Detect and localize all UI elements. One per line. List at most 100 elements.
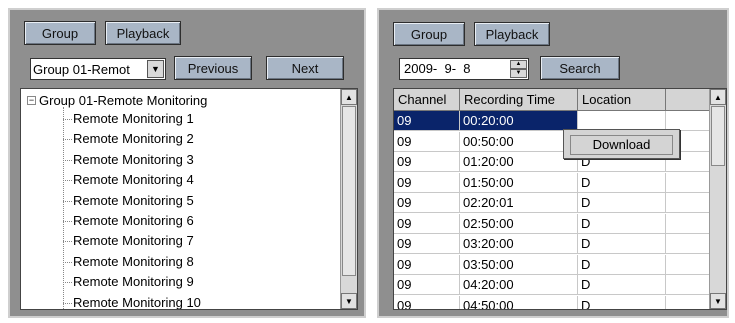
tree-item[interactable]: Remote Monitoring 2 — [73, 129, 194, 149]
group-tab-button[interactable]: Group — [24, 21, 96, 45]
group-tab-button[interactable]: Group — [393, 22, 465, 46]
cell-time: 04:20:00 — [460, 275, 578, 294]
table-header: Channel Recording Time Location — [394, 89, 710, 111]
cell-channel: 09 — [394, 172, 460, 192]
scroll-down-icon[interactable]: ▼ — [341, 293, 357, 309]
cell-location: D — [578, 213, 666, 233]
cell-empty — [666, 193, 710, 212]
next-button[interactable]: Next — [266, 56, 344, 80]
tree-item[interactable]: Remote Monitoring 1 — [73, 109, 194, 129]
tree-connector-line — [63, 221, 72, 222]
group-select-value: Group 01-Remot — [33, 61, 130, 77]
tree-root-node[interactable]: − Group 01-Remote Monitoring — [27, 91, 207, 109]
column-header-location[interactable]: Location — [578, 89, 666, 110]
cell-channel: 09 — [394, 275, 460, 294]
cell-time: 02:20:01 — [460, 193, 578, 212]
table-row[interactable]: 09 04:50:00 D — [394, 295, 710, 309]
tree-connector-line — [63, 261, 72, 263]
column-header-recording-time[interactable]: Recording Time — [460, 89, 578, 110]
tree-connector-line — [63, 107, 64, 309]
tree-item[interactable]: Remote Monitoring 8 — [73, 252, 194, 272]
cell-empty — [666, 213, 710, 233]
cell-time: 01:50:00 — [460, 172, 578, 192]
cell-channel: 09 — [394, 213, 460, 233]
tree-root-label: Group 01-Remote Monitoring — [39, 92, 208, 108]
recordings-table[interactable]: Channel Recording Time Location 09 00:20:… — [393, 88, 727, 310]
table-row[interactable]: 09 04:20:00 D — [394, 275, 710, 295]
group-select[interactable]: Group 01-Remot ▼ — [30, 58, 166, 80]
column-header-empty — [666, 89, 710, 110]
table-row[interactable]: 09 02:50:00 D — [394, 213, 710, 234]
tree-item[interactable]: Remote Monitoring 10 — [73, 293, 201, 309]
cell-time: 02:50:00 — [460, 213, 578, 233]
cell-time: 04:50:00 — [460, 295, 578, 309]
cell-location: D — [578, 254, 666, 274]
tree-item[interactable]: Remote Monitoring 5 — [73, 191, 194, 211]
previous-button[interactable]: Previous — [174, 56, 252, 80]
tree-item[interactable]: Remote Monitoring 9 — [73, 272, 194, 292]
collapse-icon[interactable]: − — [27, 95, 36, 105]
playback-tab-button[interactable]: Playback — [474, 22, 550, 46]
tree-item[interactable]: Remote Monitoring 4 — [73, 170, 194, 190]
tree-connector-line — [63, 119, 72, 120]
group-panel: Group Playback Group 01-Remot ▼ Previous… — [8, 8, 366, 318]
cell-location: D — [578, 172, 666, 192]
scroll-down-icon[interactable]: ▼ — [710, 293, 726, 309]
cell-time: 00:20:00 — [460, 111, 578, 130]
cell-channel: 09 — [394, 152, 460, 171]
column-header-channel[interactable]: Channel — [394, 89, 460, 110]
cell-channel: 09 — [394, 111, 460, 130]
search-button[interactable]: Search — [540, 56, 620, 80]
cell-empty — [666, 254, 710, 274]
cell-location: D — [578, 193, 666, 212]
cell-location — [578, 111, 666, 130]
tree-connector-line — [63, 241, 72, 243]
cell-location: D — [578, 234, 666, 253]
device-tree[interactable]: − Group 01-Remote Monitoring Remote Moni… — [20, 88, 358, 310]
cell-empty — [666, 172, 710, 192]
table-row[interactable]: 09 01:50:00 D — [394, 172, 710, 193]
date-spinner[interactable]: ▲ ▼ — [510, 60, 527, 78]
date-value: 2009- 9- 8 — [404, 61, 471, 76]
cell-empty — [666, 275, 710, 294]
download-menu-item[interactable]: Download — [570, 135, 673, 155]
tree-item[interactable]: Remote Monitoring 3 — [73, 150, 194, 170]
cell-channel: 09 — [394, 295, 460, 309]
playback-tab-button[interactable]: Playback — [105, 21, 181, 45]
tree-item[interactable]: Remote Monitoring 7 — [73, 231, 194, 251]
tree-item[interactable]: Remote Monitoring 6 — [73, 211, 194, 231]
cell-location: D — [578, 295, 666, 309]
cell-time: 03:20:00 — [460, 234, 578, 253]
table-row[interactable]: 09 00:20:00 — [394, 111, 710, 131]
scroll-thumb[interactable] — [711, 106, 725, 166]
cell-location: D — [578, 275, 666, 294]
spin-down-icon[interactable]: ▼ — [510, 69, 527, 78]
tree-connector-line — [63, 180, 72, 182]
date-picker[interactable]: 2009- 9- 8 ▲ ▼ — [399, 58, 529, 80]
scroll-up-icon[interactable]: ▲ — [710, 89, 726, 105]
cell-channel: 09 — [394, 254, 460, 274]
cell-channel: 09 — [394, 193, 460, 212]
tree-connector-line — [63, 282, 72, 284]
table-row[interactable]: 09 02:20:01 D — [394, 193, 710, 213]
cell-channel: 09 — [394, 131, 460, 151]
tree-connector-line — [63, 302, 72, 304]
scroll-thumb[interactable] — [342, 106, 356, 276]
playback-panel: Group Playback 2009- 9- 8 ▲ ▼ Search Cha… — [377, 8, 729, 318]
table-scrollbar[interactable]: ▲ ▼ — [709, 89, 726, 309]
tree-connector-line — [63, 200, 72, 202]
spin-up-icon[interactable]: ▲ — [510, 60, 527, 69]
tree-scrollbar[interactable]: ▲ ▼ — [340, 89, 357, 309]
cell-time: 00:50:00 — [460, 131, 578, 151]
cell-empty — [666, 234, 710, 253]
scroll-up-icon[interactable]: ▲ — [341, 89, 357, 105]
context-menu: Download — [563, 129, 680, 159]
tree-connector-line — [63, 139, 72, 141]
table-row[interactable]: 09 03:20:00 D — [394, 234, 710, 254]
tree-connector-line — [63, 159, 72, 161]
cell-channel: 09 — [394, 234, 460, 253]
table-row[interactable]: 09 03:50:00 D — [394, 254, 710, 275]
cell-empty — [666, 295, 710, 309]
dropdown-arrow-icon[interactable]: ▼ — [147, 60, 164, 78]
cell-empty — [666, 111, 710, 130]
